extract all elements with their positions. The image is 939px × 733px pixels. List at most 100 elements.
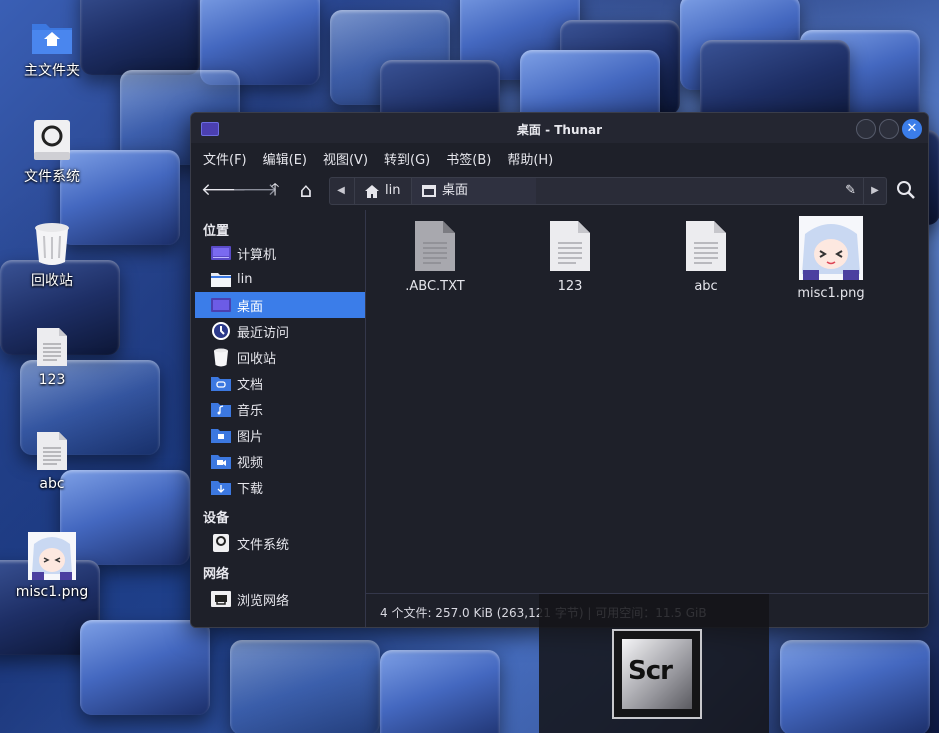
minimize-button[interactable] xyxy=(856,119,876,139)
desktop-icon-home[interactable]: 主文件夹 xyxy=(2,18,102,80)
sidebar-item-desktop[interactable]: 桌面 xyxy=(195,292,365,318)
breadcrumb-label: 桌面 xyxy=(442,183,469,198)
menu-bookmarks[interactable]: 书签(B) xyxy=(446,145,499,171)
sidebar-item-computer[interactable]: 计算机 xyxy=(195,240,365,266)
desktop-icon-label: misc1.png xyxy=(15,584,89,600)
toolbar: 🡐 🡒 🡑 ⌂ ◀ lin 桌面 ✎ ▶ xyxy=(191,175,928,205)
text-file-icon xyxy=(550,221,590,271)
recent-icon xyxy=(211,322,231,340)
sidebar-item-filesystem[interactable]: 文件系统 xyxy=(195,530,365,556)
sidebar-section-network: 网络 xyxy=(203,567,230,582)
menu-go[interactable]: 转到(G) xyxy=(384,145,438,171)
sidebar-item-recent[interactable]: 最近访问 xyxy=(195,318,365,344)
sidebar-item-videos[interactable]: 视频 xyxy=(195,448,365,474)
menu-help[interactable]: 帮助(H) xyxy=(507,145,561,171)
up-button[interactable]: 🡑 xyxy=(263,179,287,201)
home-icon xyxy=(365,184,379,198)
search-icon[interactable] xyxy=(895,179,917,201)
close-button[interactable]: ✕ xyxy=(902,119,922,139)
file-item[interactable]: 123 xyxy=(510,219,630,294)
sidebar-item-label: lin xyxy=(237,271,253,287)
screenshot-tool-overlay: Scr xyxy=(539,594,769,733)
text-file-icon xyxy=(686,221,726,271)
window-title: 桌面 - Thunar xyxy=(516,123,603,137)
sidebar-item-pictures[interactable]: 图片 xyxy=(195,422,365,448)
maximize-button[interactable] xyxy=(879,119,899,139)
file-item[interactable]: abc xyxy=(646,219,766,294)
sidebar-item-label: 计算机 xyxy=(237,247,277,263)
drive-icon xyxy=(211,534,231,552)
sidebar-section-places: 位置 xyxy=(203,224,230,239)
desktop-icon xyxy=(422,185,436,197)
file-manager-window: 桌面 - Thunar ✕ 文件(F) 编辑(E) 视图(V) 转到(G) 书签… xyxy=(190,112,929,628)
sidebar-item-label: 图片 xyxy=(237,429,264,445)
sidebar-item-downloads[interactable]: 下载 xyxy=(195,474,365,500)
location-bar: ◀ lin 桌面 ✎ ▶ xyxy=(329,177,887,205)
file-name: abc xyxy=(694,279,718,294)
home-folder-icon xyxy=(211,270,231,288)
menu-file[interactable]: 文件(F) xyxy=(203,145,255,171)
sidebar-item-label: 音乐 xyxy=(237,403,264,419)
trash-icon xyxy=(35,223,69,265)
breadcrumb-desktop[interactable]: 桌面 xyxy=(411,178,536,204)
pencil-icon[interactable]: ✎ xyxy=(845,183,856,198)
desktop-icon-label: 123 xyxy=(38,372,66,388)
desktop-icon-trash[interactable]: 回收站 xyxy=(2,220,102,290)
sidebar: 位置 计算机 lin 桌面 最近访问 回收站 文档 音乐 图片 视频 下载 设备… xyxy=(191,213,365,627)
desktop-icon-label: 主文件夹 xyxy=(24,63,80,79)
back-button[interactable]: 🡐 xyxy=(201,179,247,201)
sidebar-item-label: 浏览网络 xyxy=(237,593,290,609)
pictures-folder-icon xyxy=(211,426,231,444)
documents-folder-icon xyxy=(211,374,231,392)
drive-icon xyxy=(34,120,70,160)
text-file-icon xyxy=(415,221,455,271)
videos-folder-icon xyxy=(211,452,231,470)
desktop-icon xyxy=(211,296,231,314)
file-name: .ABC.TXT xyxy=(405,279,465,294)
desktop-icon-123[interactable]: 123 xyxy=(2,326,102,388)
sidebar-item-music[interactable]: 音乐 xyxy=(195,396,365,422)
desktop-icon-label: 回收站 xyxy=(31,273,73,289)
sidebar-item-documents[interactable]: 文档 xyxy=(195,370,365,396)
screenshot-logo-tile: Scr xyxy=(622,639,692,709)
downloads-folder-icon xyxy=(211,478,231,496)
sidebar-item-label: 视频 xyxy=(237,455,264,471)
network-icon xyxy=(211,590,231,608)
menu-edit[interactable]: 编辑(E) xyxy=(263,145,315,171)
forward-button[interactable]: 🡒 xyxy=(232,179,278,201)
sidebar-item-browse-network[interactable]: 浏览网络 xyxy=(195,586,365,612)
computer-icon xyxy=(211,244,231,262)
screenshot-logo-text: Scr xyxy=(628,656,673,686)
breadcrumb-lin[interactable]: lin xyxy=(354,178,410,204)
desktop-icon-label: 文件系统 xyxy=(24,169,80,185)
desktop-icon-filesystem[interactable]: 文件系统 xyxy=(2,118,102,186)
desktop-icon-label: abc xyxy=(39,476,65,492)
sidebar-item-label: 文件系统 xyxy=(237,537,290,553)
sidebar-item-label: 最近访问 xyxy=(237,325,290,341)
text-file-icon xyxy=(37,328,67,366)
home-folder-icon xyxy=(32,24,72,54)
file-item[interactable]: misc1.png xyxy=(771,216,891,301)
home-button[interactable]: ⌂ xyxy=(294,179,318,201)
screenshot-app-icon[interactable]: Scr xyxy=(612,629,702,719)
path-scroll-right-button[interactable]: ▶ xyxy=(863,178,886,204)
sidebar-item-label: 回收站 xyxy=(237,351,277,367)
music-folder-icon xyxy=(211,400,231,418)
sidebar-item-lin[interactable]: lin xyxy=(195,266,365,292)
sidebar-section-devices: 设备 xyxy=(203,511,230,526)
menu-view[interactable]: 视图(V) xyxy=(323,145,376,171)
image-thumbnail-icon xyxy=(28,532,76,580)
file-view[interactable]: .ABC.TXT 123 abc misc1.png xyxy=(366,210,928,590)
file-name: misc1.png xyxy=(797,286,865,301)
file-name: 123 xyxy=(557,279,583,294)
sidebar-item-label: 文档 xyxy=(237,377,264,393)
path-scroll-left-button[interactable]: ◀ xyxy=(330,178,352,204)
title-bar[interactable]: 桌面 - Thunar ✕ xyxy=(191,113,928,143)
desktop-icon-abc[interactable]: abc xyxy=(2,430,102,492)
image-thumbnail-icon xyxy=(799,216,863,280)
desktop-icon-misc1[interactable]: misc1.png xyxy=(2,532,102,600)
menu-bar: 文件(F) 编辑(E) 视图(V) 转到(G) 书签(B) 帮助(H) xyxy=(191,145,928,171)
sidebar-item-label: 下载 xyxy=(237,481,264,497)
file-item[interactable]: .ABC.TXT xyxy=(375,219,495,294)
sidebar-item-trash[interactable]: 回收站 xyxy=(195,344,365,370)
